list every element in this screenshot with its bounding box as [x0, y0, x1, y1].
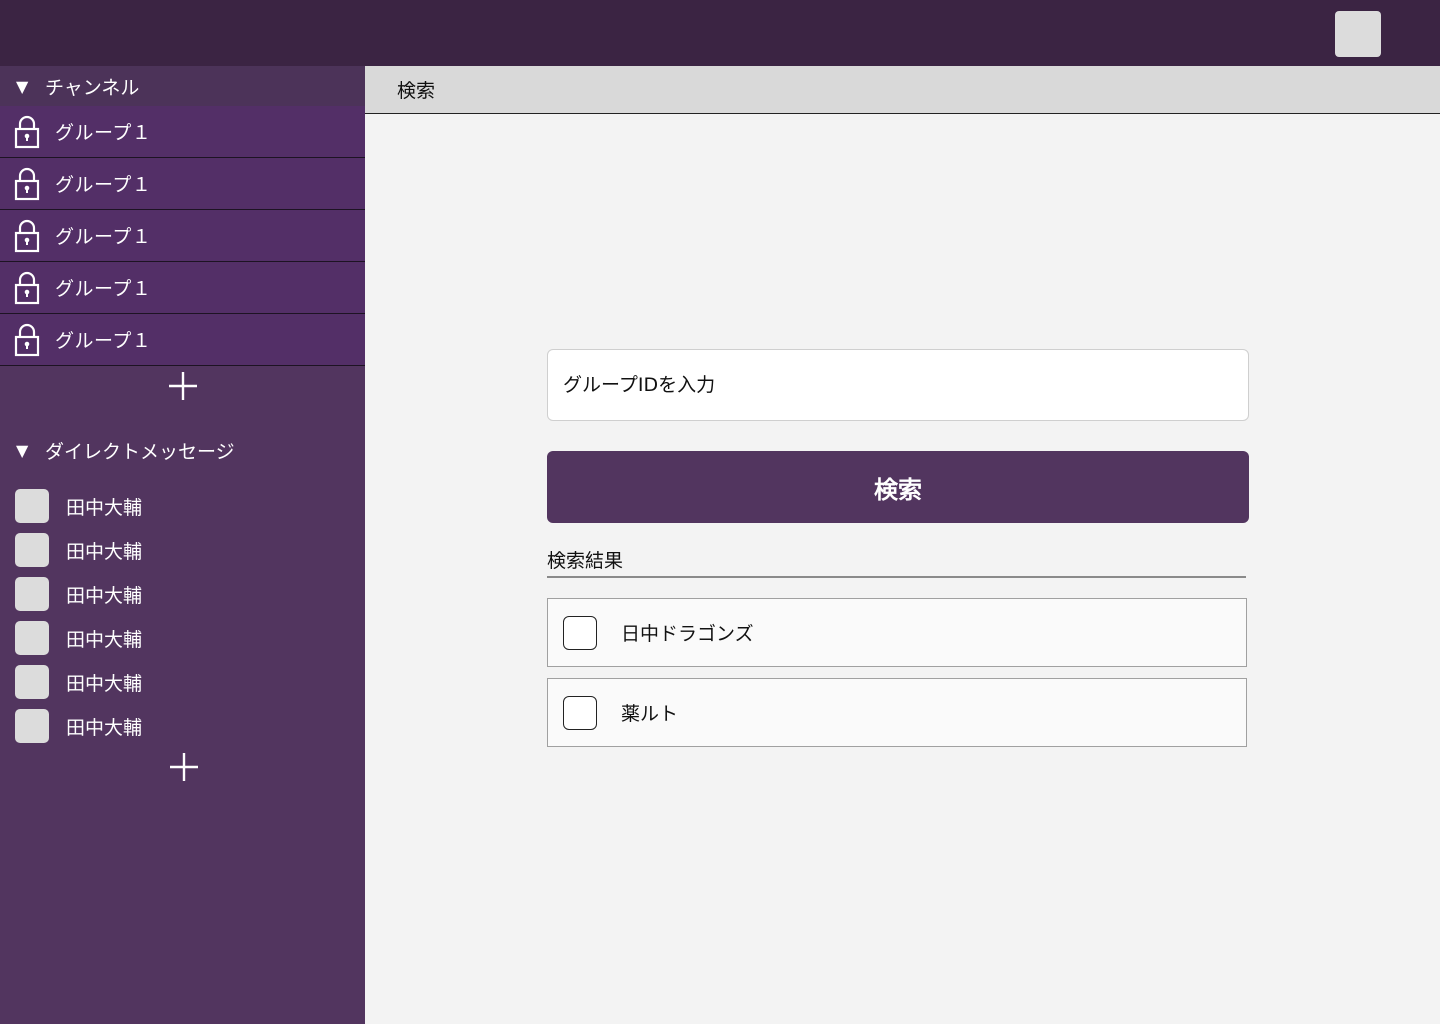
add-direct-message-button[interactable] — [164, 747, 204, 787]
direct-message-label: 田中大輔 — [66, 672, 143, 695]
direct-message-item[interactable]: 田中大輔 — [0, 616, 365, 660]
group-id-search-input[interactable] — [547, 349, 1249, 421]
sidebar: ▼ チャンネル グループ１ グループ１ グループ１ グループ１ グループ１ ▼ … — [0, 66, 365, 1024]
channel-list: グループ１ グループ１ グループ１ グループ１ グループ１ — [0, 106, 365, 366]
direct-message-item[interactable]: 田中大輔 — [0, 660, 365, 704]
channel-item[interactable]: グループ１ — [0, 262, 365, 314]
channel-item-label: グループ１ — [55, 278, 152, 300]
direct-message-label: 田中大輔 — [66, 540, 143, 563]
direct-message-item[interactable]: 田中大輔 — [0, 484, 365, 528]
add-channel-button[interactable] — [163, 366, 203, 406]
result-checkbox[interactable] — [563, 615, 597, 650]
lock-icon — [13, 323, 41, 357]
channel-item-label: グループ１ — [55, 174, 152, 196]
direct-messages-section-toggle[interactable]: ▼ ダイレクトメッセージ — [0, 430, 365, 470]
main-header: 検索 — [365, 66, 1440, 114]
channel-item[interactable]: グループ１ — [0, 106, 365, 158]
search-results-title: 検索結果 — [547, 546, 1246, 578]
direct-message-label: 田中大輔 — [66, 584, 143, 607]
direct-message-item[interactable]: 田中大輔 — [0, 528, 365, 572]
channel-item-label: グループ１ — [55, 122, 152, 144]
triangle-down-icon: ▼ — [16, 440, 29, 460]
avatar — [15, 533, 49, 567]
user-avatar-button[interactable] — [1335, 11, 1381, 57]
channel-item[interactable]: グループ１ — [0, 314, 365, 366]
direct-messages-section-title: ダイレクトメッセージ — [45, 440, 235, 463]
channel-item[interactable]: グループ１ — [0, 158, 365, 210]
lock-icon — [13, 115, 41, 149]
direct-message-item[interactable]: 田中大輔 — [0, 704, 365, 748]
channels-section-toggle[interactable]: ▼ チャンネル — [0, 66, 365, 106]
channel-item-label: グループ１ — [55, 226, 152, 248]
direct-message-label: 田中大輔 — [66, 496, 143, 519]
result-checkbox[interactable] — [563, 695, 597, 730]
search-result-item: 日中ドラゴンズ — [547, 598, 1247, 667]
plus-icon — [170, 753, 198, 781]
search-button[interactable]: 検索 — [547, 451, 1249, 523]
page-title: 検索 — [397, 80, 436, 102]
lock-icon — [13, 271, 41, 305]
lock-icon — [13, 219, 41, 253]
channel-item-label: グループ１ — [55, 330, 152, 352]
plus-icon — [169, 372, 197, 400]
search-result-item: 薬ルト — [547, 678, 1247, 747]
channels-section-title: チャンネル — [45, 76, 140, 99]
direct-message-label: 田中大輔 — [66, 628, 143, 651]
direct-message-list: 田中大輔 田中大輔 田中大輔 田中大輔 田中大輔 田中大輔 — [0, 484, 365, 748]
direct-message-label: 田中大輔 — [66, 716, 143, 739]
avatar — [15, 709, 49, 743]
triangle-down-icon: ▼ — [16, 76, 29, 96]
avatar — [15, 621, 49, 655]
direct-message-item[interactable]: 田中大輔 — [0, 572, 365, 616]
channel-item[interactable]: グループ１ — [0, 210, 365, 262]
avatar — [15, 489, 49, 523]
result-label: 日中ドラゴンズ — [621, 623, 754, 645]
lock-icon — [13, 167, 41, 201]
avatar — [15, 577, 49, 611]
avatar — [15, 665, 49, 699]
result-label: 薬ルト — [621, 703, 679, 725]
top-bar — [0, 0, 1440, 66]
